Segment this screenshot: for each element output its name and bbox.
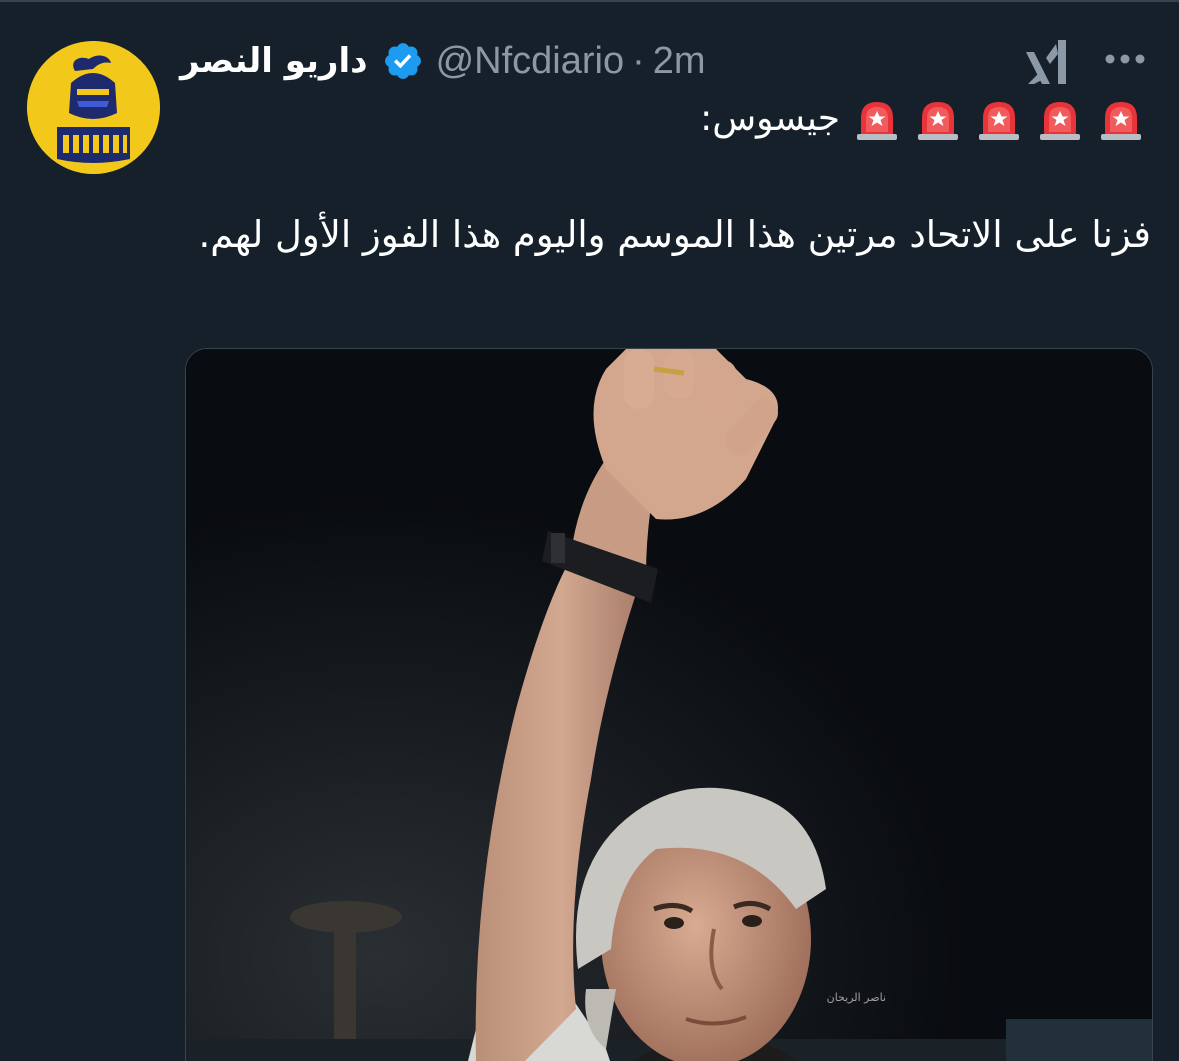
photo-man-waving: ناصر الريحان — [186, 349, 1152, 1061]
photo-watermark: ناصر الريحان — [827, 991, 886, 1004]
more-icon[interactable] — [1100, 44, 1150, 74]
display-name[interactable]: داريو النصر — [180, 41, 368, 81]
tweet-header: داريو النصر @Nfcdiario · 2m — [180, 36, 706, 86]
tweet-speaker-label: جيسوس: — [700, 97, 840, 139]
divider — [0, 0, 1179, 2]
grok-icon[interactable] — [1020, 34, 1074, 88]
handle[interactable]: @Nfcdiario — [436, 40, 625, 83]
tweet-text: فزنا على الاتحاد مرتين هذا الموسم واليوم… — [198, 213, 1151, 256]
knight-helmet-icon — [27, 41, 160, 174]
police-siren-emoji-icon — [975, 94, 1023, 142]
verified-badge-icon — [382, 40, 424, 82]
timestamp[interactable]: 2m — [653, 40, 706, 83]
police-siren-emoji-icon — [853, 94, 901, 142]
separator: · — [632, 39, 645, 82]
police-siren-emoji-icon — [1097, 94, 1145, 142]
tweet-first-line: جيسوس: — [700, 88, 1145, 148]
police-siren-emoji-icon — [914, 94, 962, 142]
tweet-photo[interactable]: ناصر الريحان — [185, 348, 1153, 1061]
tweet[interactable]: داريو النصر @Nfcdiario · 2m جيسوس: فزنا … — [0, 0, 1179, 1061]
police-siren-emoji-icon — [1036, 94, 1084, 142]
avatar[interactable] — [27, 41, 160, 174]
